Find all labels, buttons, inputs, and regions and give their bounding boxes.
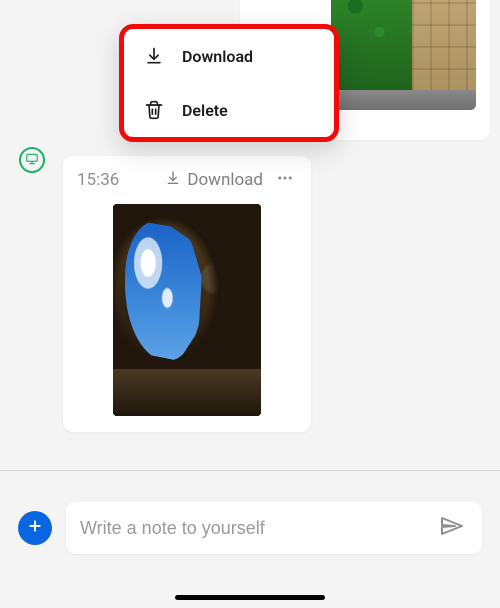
message-download-label: Download — [187, 170, 263, 190]
send-icon — [439, 514, 463, 542]
trash-icon — [144, 100, 164, 120]
download-icon — [165, 170, 181, 191]
context-menu: Download Delete — [119, 24, 339, 142]
download-icon — [144, 46, 164, 66]
home-indicator — [175, 595, 325, 600]
message-image[interactable] — [113, 204, 261, 416]
note-input[interactable] — [80, 518, 434, 539]
composer — [0, 490, 500, 566]
context-menu-delete[interactable]: Delete — [124, 83, 334, 137]
divider — [0, 470, 500, 471]
message-header: 15:36 Download — [63, 156, 311, 200]
add-attachment-button[interactable] — [18, 511, 52, 545]
context-menu-download[interactable]: Download — [124, 29, 334, 83]
send-button[interactable] — [434, 511, 468, 545]
more-horizontal-icon — [276, 169, 294, 191]
device-badge — [19, 147, 45, 173]
context-menu-download-label: Download — [182, 47, 253, 66]
message-download-button[interactable]: Download — [165, 170, 263, 191]
message-card: 15:36 Download — [63, 156, 311, 432]
message-more-button[interactable] — [273, 168, 297, 192]
plus-icon — [27, 518, 43, 538]
note-input-container — [66, 502, 482, 554]
context-menu-delete-label: Delete — [182, 101, 228, 120]
desktop-icon — [25, 151, 39, 170]
message-timestamp: 15:36 — [77, 170, 119, 190]
message-image-thumbnail[interactable] — [331, 0, 476, 110]
